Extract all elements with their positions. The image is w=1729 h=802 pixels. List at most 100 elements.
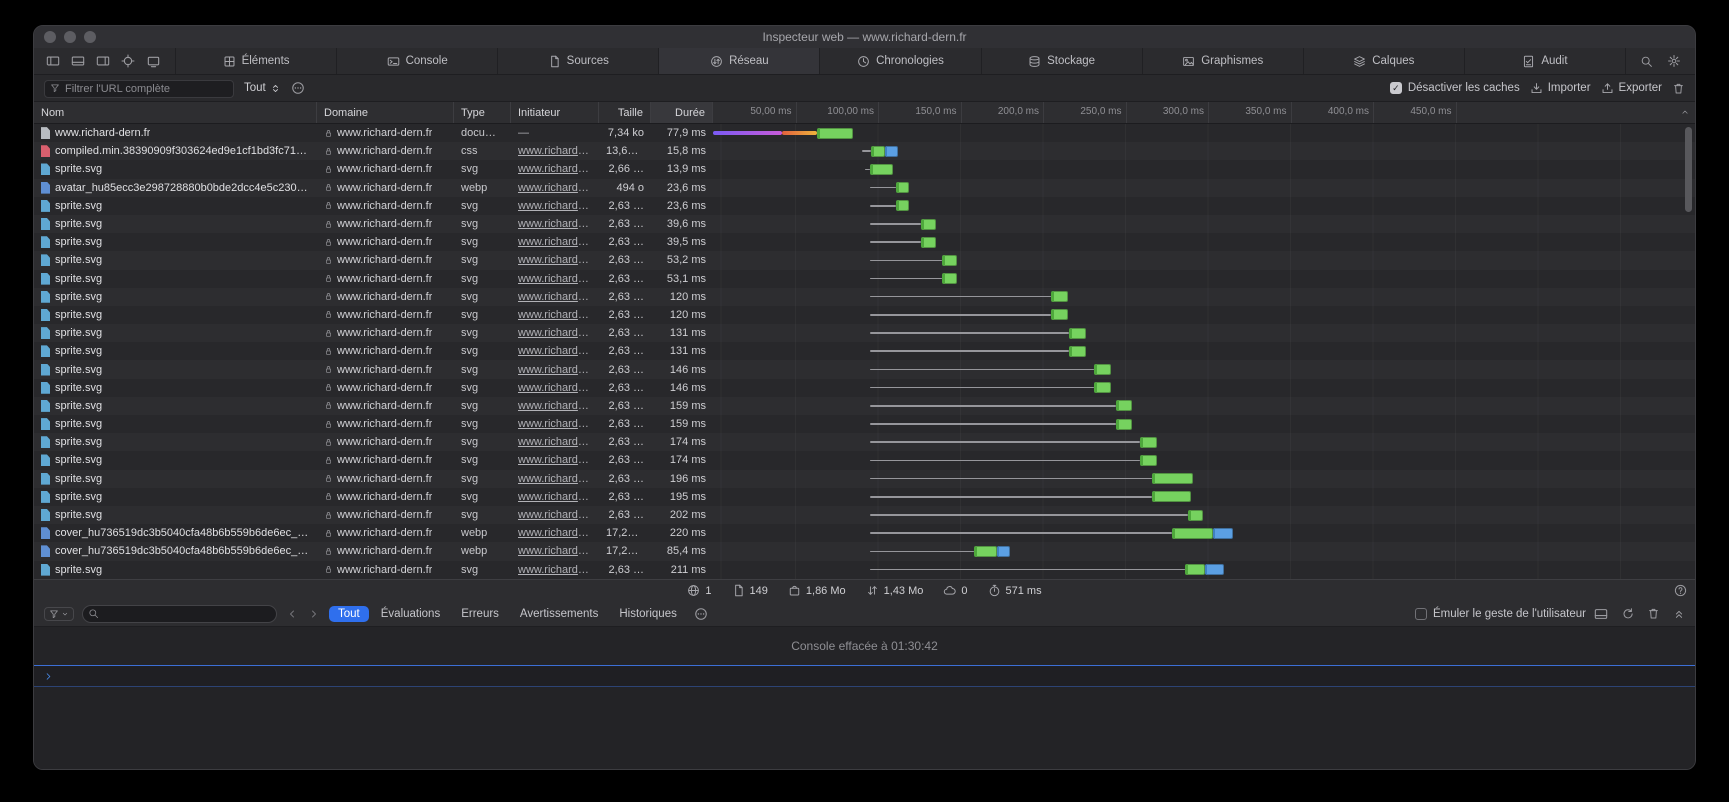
tab-elements[interactable]: Éléments <box>175 48 336 74</box>
initiator-cell[interactable]: www.richard-d… <box>511 418 599 430</box>
tab-layers[interactable]: Calques <box>1303 48 1464 74</box>
tab-console[interactable]: Console <box>336 48 497 74</box>
table-row[interactable]: sprite.svgwww.richard-dern.frsvgwww.rich… <box>34 233 1695 251</box>
column-header-initiateur[interactable]: Initiateur <box>511 102 599 123</box>
initiator-cell[interactable]: www.richard-d… <box>511 564 599 576</box>
clear-on-reload-icon[interactable] <box>1621 607 1634 620</box>
table-row[interactable]: sprite.svgwww.richard-dern.frsvgwww.rich… <box>34 415 1695 433</box>
console-tab-historiques[interactable]: Historiques <box>610 606 686 622</box>
initiator-cell[interactable]: www.richard-d… <box>511 309 599 321</box>
import-button[interactable]: Importer <box>1530 82 1591 95</box>
table-row[interactable]: sprite.svgwww.richard-dern.frsvgwww.rich… <box>34 306 1695 324</box>
gear-icon[interactable] <box>1667 54 1681 68</box>
console-drawer-icon[interactable] <box>1594 607 1608 621</box>
scope-options-icon[interactable] <box>291 81 305 95</box>
console-tab-erreurs[interactable]: Erreurs <box>452 606 508 622</box>
initiator-cell[interactable]: www.richard-d… <box>511 345 599 357</box>
trash-icon[interactable] <box>1672 82 1685 95</box>
initiator-cell[interactable]: www.richard-d… <box>511 473 599 485</box>
table-row[interactable]: sprite.svgwww.richard-dern.frsvgwww.rich… <box>34 215 1695 233</box>
search-icon[interactable] <box>1640 55 1653 68</box>
dock-right-icon[interactable] <box>96 54 110 68</box>
chevron-left-icon[interactable] <box>285 608 299 620</box>
waterfall-latency-line <box>870 460 1141 462</box>
dock-left-icon[interactable] <box>46 54 60 68</box>
export-button[interactable]: Exporter <box>1601 82 1662 95</box>
table-row[interactable]: sprite.svgwww.richard-dern.frsvgwww.rich… <box>34 360 1695 378</box>
expand-console-icon[interactable] <box>1673 608 1685 620</box>
chevron-right-icon[interactable] <box>307 608 321 620</box>
scope-dropdown[interactable]: Tout <box>244 82 281 94</box>
console-prompt[interactable] <box>34 665 1695 687</box>
initiator-cell[interactable]: www.richard-d… <box>511 254 599 266</box>
initiator-cell[interactable]: www.richard-d… <box>511 218 599 230</box>
vertical-scrollbar[interactable] <box>1685 127 1692 212</box>
initiator-cell[interactable]: www.richard-d… <box>511 436 599 448</box>
table-row[interactable]: sprite.svgwww.richard-dern.frsvgwww.rich… <box>34 561 1695 579</box>
initiator-cell[interactable]: www.richard-d… <box>511 163 599 175</box>
table-row[interactable]: sprite.svgwww.richard-dern.frsvgwww.rich… <box>34 397 1695 415</box>
tab-sources[interactable]: Sources <box>497 48 658 74</box>
initiator-cell[interactable]: www.richard-d… <box>511 545 599 557</box>
table-row[interactable]: sprite.svgwww.richard-dern.frsvgwww.rich… <box>34 197 1695 215</box>
console-tab-evaluations[interactable]: Évaluations <box>372 606 449 622</box>
table-row[interactable]: sprite.svgwww.richard-dern.frsvgwww.rich… <box>34 160 1695 178</box>
tab-timelines[interactable]: Chronologies <box>819 48 980 74</box>
url-filter-input[interactable] <box>44 80 234 98</box>
tab-network[interactable]: Réseau <box>658 48 819 74</box>
initiator-cell[interactable]: www.richard-d… <box>511 454 599 466</box>
disable-caches-checkbox[interactable] <box>1390 82 1402 94</box>
table-row[interactable]: cover_hu736519dc3b5040cfa48b6b559b6de6ec… <box>34 542 1695 560</box>
initiator-cell[interactable]: www.richard-d… <box>511 327 599 339</box>
device-icon[interactable] <box>146 54 161 69</box>
emulate-user-gesture-toggle[interactable]: Émuler le geste de l'utilisateur <box>1415 608 1586 620</box>
initiator-cell[interactable]: www.richard-d… <box>511 527 599 539</box>
table-row[interactable]: sprite.svgwww.richard-dern.frsvgwww.rich… <box>34 379 1695 397</box>
table-row[interactable]: compiled.min.38390909f303624ed9e1cf1bd3f… <box>34 142 1695 160</box>
table-row[interactable]: sprite.svgwww.richard-dern.frsvgwww.rich… <box>34 324 1695 342</box>
table-row[interactable]: sprite.svgwww.richard-dern.frsvgwww.rich… <box>34 288 1695 306</box>
column-header-nom[interactable]: Nom <box>34 102 317 123</box>
console-tab-tout[interactable]: Tout <box>329 606 369 622</box>
initiator-cell[interactable]: www.richard-d… <box>511 400 599 412</box>
console-search-input[interactable] <box>82 605 277 623</box>
initiator-cell[interactable]: www.richard-d… <box>511 273 599 285</box>
table-row[interactable]: sprite.svgwww.richard-dern.frsvgwww.rich… <box>34 470 1695 488</box>
element-picker-icon[interactable] <box>121 54 135 68</box>
initiator-cell[interactable]: www.richard-d… <box>511 509 599 521</box>
initiator-cell[interactable]: www.richard-d… <box>511 291 599 303</box>
table-row[interactable]: sprite.svgwww.richard-dern.frsvgwww.rich… <box>34 488 1695 506</box>
table-row[interactable]: sprite.svgwww.richard-dern.frsvgwww.rich… <box>34 506 1695 524</box>
initiator-cell[interactable]: www.richard-d… <box>511 491 599 503</box>
help-icon[interactable] <box>1674 584 1687 597</box>
table-row[interactable]: sprite.svgwww.richard-dern.frsvgwww.rich… <box>34 251 1695 269</box>
table-row[interactable]: sprite.svgwww.richard-dern.frsvgwww.rich… <box>34 342 1695 360</box>
table-row[interactable]: avatar_hu85ecc3e298728880b0bde2dcc4e5c23… <box>34 179 1695 197</box>
initiator-cell[interactable]: www.richard-d… <box>511 182 599 194</box>
column-header-domaine[interactable]: Domaine <box>317 102 454 123</box>
tab-storage[interactable]: Stockage <box>981 48 1142 74</box>
dock-bottom-icon[interactable] <box>71 54 85 68</box>
tab-graphics[interactable]: Graphismes <box>1142 48 1303 74</box>
console-tab-avertissements[interactable]: Avertissements <box>511 606 607 622</box>
table-row[interactable]: sprite.svgwww.richard-dern.frsvgwww.rich… <box>34 433 1695 451</box>
tab-audit[interactable]: Audit <box>1464 48 1625 74</box>
console-filter-dropdown[interactable] <box>44 607 74 621</box>
initiator-cell[interactable]: www.richard-d… <box>511 364 599 376</box>
initiator-cell[interactable]: www.richard-d… <box>511 382 599 394</box>
initiator-cell[interactable]: www.richard-d… <box>511 200 599 212</box>
initiator-cell[interactable]: www.richard-d… <box>511 145 599 157</box>
table-row[interactable]: www.richard-dern.frwww.richard-dern.frdo… <box>34 124 1695 142</box>
table-row[interactable]: cover_hu736519dc3b5040cfa48b6b559b6de6ec… <box>34 524 1695 542</box>
column-header-durée[interactable]: Durée <box>651 102 713 123</box>
disable-caches-toggle[interactable]: Désactiver les caches <box>1390 82 1520 94</box>
clear-console-icon[interactable] <box>1647 607 1660 620</box>
column-header-type[interactable]: Type <box>454 102 511 123</box>
column-header-taille[interactable]: Taille <box>599 102 651 123</box>
initiator-cell[interactable]: www.richard-d… <box>511 236 599 248</box>
console-options-icon[interactable] <box>694 607 708 621</box>
timeline-scroll-up-icon[interactable] <box>1680 107 1690 117</box>
emulate-user-gesture-checkbox[interactable] <box>1415 608 1427 620</box>
table-row[interactable]: sprite.svgwww.richard-dern.frsvgwww.rich… <box>34 270 1695 288</box>
table-row[interactable]: sprite.svgwww.richard-dern.frsvgwww.rich… <box>34 451 1695 469</box>
